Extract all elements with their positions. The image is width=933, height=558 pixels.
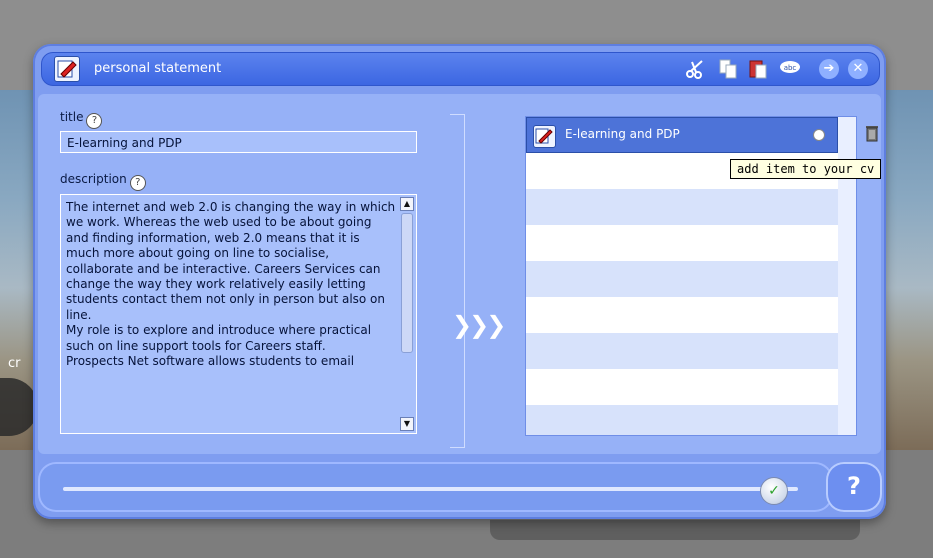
- help-icon[interactable]: ?: [129, 175, 146, 191]
- cv-item-radio[interactable]: [813, 129, 825, 141]
- abc-spellcheck-icon[interactable]: abc: [778, 58, 800, 80]
- description-field[interactable]: The internet and web 2.0 is changing the…: [60, 194, 417, 434]
- check-icon[interactable]: ✓: [760, 477, 788, 505]
- trash-icon[interactable]: [865, 124, 879, 142]
- transfer-bracket: [450, 114, 465, 448]
- paste-icon[interactable]: [747, 58, 769, 80]
- list-row: [526, 297, 838, 333]
- scroll-up-button[interactable]: ▲: [400, 197, 414, 211]
- cv-item-label: E-learning and PDP: [565, 127, 680, 141]
- svg-text:abc: abc: [784, 64, 797, 72]
- list-row: [526, 333, 838, 369]
- forward-icon[interactable]: ➔: [819, 59, 839, 79]
- window-titlebar: personal statement abc ➔ ✕: [41, 52, 880, 86]
- background-bar: [490, 520, 860, 540]
- window-title: personal statement: [94, 61, 222, 76]
- scroll-down-button[interactable]: ▼: [400, 417, 414, 431]
- personal-statement-window: personal statement abc ➔ ✕ title? E-lear…: [33, 44, 886, 519]
- list-row: [526, 225, 838, 261]
- title-field[interactable]: E-learning and PDP: [60, 131, 417, 153]
- help-button[interactable]: ?: [826, 462, 882, 512]
- edit-document-icon: [533, 125, 556, 148]
- help-icon[interactable]: ?: [86, 113, 103, 129]
- footer-bar: ✓: [38, 462, 833, 512]
- description-label: description?: [60, 172, 146, 191]
- list-row: [526, 369, 838, 405]
- add-to-cv-tooltip: add item to your cv: [730, 159, 882, 179]
- list-row: [526, 189, 838, 225]
- description-scrollbar[interactable]: ▲ ▼: [400, 197, 414, 431]
- list-row: [526, 405, 838, 435]
- add-to-cv-arrows[interactable]: ❯❯❯: [452, 311, 506, 339]
- description-text[interactable]: The internet and web 2.0 is changing the…: [66, 200, 396, 428]
- scissors-icon[interactable]: [684, 58, 706, 80]
- progress-slider-track[interactable]: [63, 487, 798, 491]
- copy-icon[interactable]: [717, 58, 739, 80]
- list-row: [526, 261, 838, 297]
- background-text: cr: [8, 356, 21, 371]
- close-icon[interactable]: ✕: [848, 59, 868, 79]
- scroll-thumb[interactable]: [401, 213, 413, 353]
- edit-document-icon: [54, 56, 80, 82]
- cv-item-selected[interactable]: E-learning and PDP: [526, 117, 838, 153]
- title-label: title?: [60, 110, 103, 129]
